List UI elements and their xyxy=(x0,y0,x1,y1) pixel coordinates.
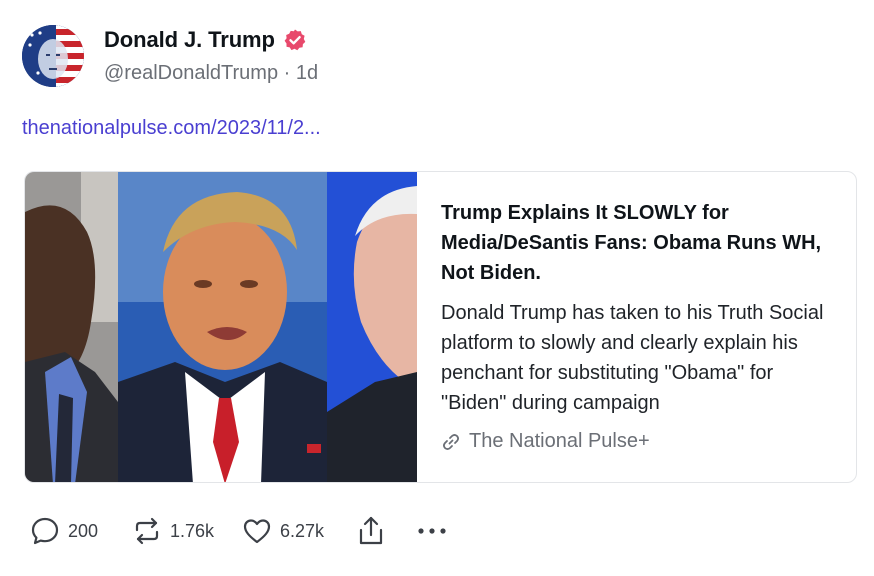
avatar[interactable] xyxy=(22,25,84,87)
card-title: Trump Explains It SLOWLY for Media/DeSan… xyxy=(441,202,822,284)
share-button[interactable] xyxy=(356,508,386,554)
card-image xyxy=(25,172,417,482)
post-link[interactable]: thenationalpulse.com/2023/11/2... xyxy=(22,117,321,140)
reply-count: 200 xyxy=(68,520,99,541)
retruth-count: 1.76k xyxy=(170,520,215,541)
truth-post: Donald J. Trump @realDonaldTrump · 1d th… xyxy=(0,0,874,576)
share-upload-icon xyxy=(356,515,386,547)
retruth-button[interactable]: 1.76k xyxy=(132,508,214,554)
repost-arrows-icon xyxy=(132,516,162,546)
card-description: Donald Trump has taken to his Truth Soci… xyxy=(441,302,824,414)
card-source: The National Pulse+ xyxy=(441,430,650,453)
card-source-label: The National Pulse+ xyxy=(469,430,650,452)
speech-bubble-icon xyxy=(30,516,60,546)
more-dots-icon xyxy=(416,516,448,546)
like-button[interactable]: 6.27k xyxy=(242,508,324,554)
meta-separator: · xyxy=(283,62,291,84)
reply-button[interactable]: 200 xyxy=(30,508,98,554)
link-preview-card[interactable]: Trump Explains It SLOWLY for Media/DeSan… xyxy=(24,171,857,483)
verified-badge-icon xyxy=(283,28,307,52)
author-handle[interactable]: @realDonaldTrump xyxy=(104,62,278,84)
author-handle-row: @realDonaldTrump · 1d xyxy=(104,62,318,85)
like-count: 6.27k xyxy=(280,520,325,541)
more-options-button[interactable] xyxy=(416,508,448,554)
author-name-row: Donald J. Trump xyxy=(104,27,307,53)
card-body: Trump Explains It SLOWLY for Media/DeSan… xyxy=(441,198,841,418)
heart-icon xyxy=(242,516,272,546)
author-display-name[interactable]: Donald J. Trump xyxy=(104,27,275,53)
link-icon xyxy=(441,432,461,452)
post-timestamp[interactable]: 1d xyxy=(296,62,318,84)
